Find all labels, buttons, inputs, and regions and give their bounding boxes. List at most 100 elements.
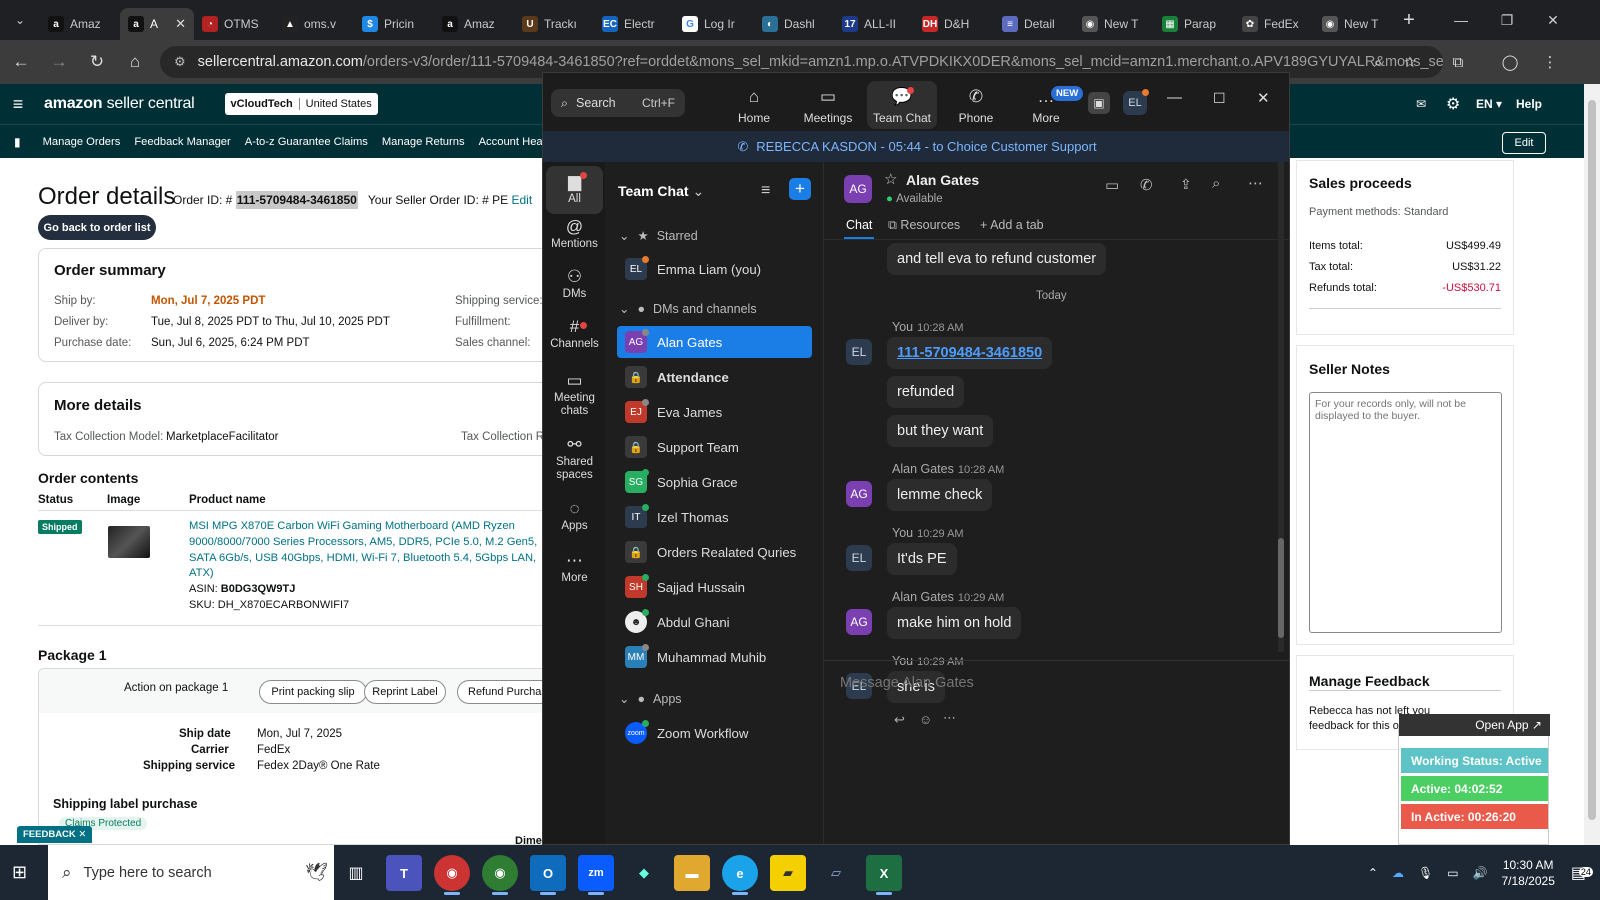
- browser-tab[interactable]: ✿ FedEx: [1234, 8, 1314, 40]
- outlook-icon[interactable]: O: [530, 855, 566, 895]
- home-button[interactable]: ⌂: [118, 45, 152, 79]
- starred-section[interactable]: ⌄ ★ Starred: [619, 228, 698, 244]
- message-bubble[interactable]: and tell eva to refund customer: [887, 243, 1107, 275]
- zoom-close-button[interactable]: ✕: [1257, 89, 1270, 107]
- zoom-maximize-button[interactable]: ☐: [1213, 90, 1226, 107]
- zoom-taskbar-icon[interactable]: zm: [578, 855, 614, 895]
- scrollbar-thumb[interactable]: [1588, 100, 1596, 820]
- message-bubble[interactable]: refunded: [887, 376, 965, 408]
- message-bubble[interactable]: make him on hold: [887, 607, 1022, 639]
- video-call-icon[interactable]: ▭: [1105, 176, 1119, 194]
- browser-tab[interactable]: ▲ oms.v: [274, 8, 354, 40]
- nav-link[interactable]: A-to-z Guarantee Claims: [245, 136, 368, 148]
- new-tab-button[interactable]: +: [1394, 9, 1424, 32]
- file-explorer-icon[interactable]: ▬: [674, 855, 710, 891]
- notepad-icon[interactable]: ▱: [818, 855, 854, 891]
- reprint-label-button[interactable]: Reprint Label: [364, 680, 446, 704]
- edge-icon[interactable]: e: [722, 855, 758, 895]
- browser-tab[interactable]: ◉ New T: [1314, 8, 1394, 40]
- chat-scroll-thumb[interactable]: [1278, 538, 1284, 638]
- bookmark-icon[interactable]: ▮: [14, 135, 21, 149]
- contact-item[interactable]: SG Sophia Grace: [617, 466, 812, 498]
- message-more-icon[interactable]: ⋯: [943, 710, 956, 726]
- nav-link[interactable]: Feedback Manager: [134, 136, 230, 148]
- message-avatar[interactable]: AG: [846, 481, 872, 507]
- order-link-part[interactable]: 111-5709484: [897, 345, 981, 361]
- zoom-tab[interactable]: ✆ Phone: [941, 81, 1011, 129]
- dms-section[interactable]: ⌄ ● DMs and channels: [619, 301, 757, 317]
- share-screen-icon[interactable]: ⇪: [1180, 176, 1192, 193]
- tab-chat[interactable]: Chat: [846, 218, 872, 232]
- nav-link[interactable]: Manage Orders: [43, 136, 121, 148]
- contact-item[interactable]: MM Muhammad Muhib: [617, 641, 812, 673]
- contact-item[interactable]: 🔒 Orders Realated Quries: [617, 536, 812, 568]
- rail-item[interactable]: ◌ Apps: [546, 500, 603, 533]
- reload-button[interactable]: ↻: [80, 45, 114, 79]
- account-switcher[interactable]: vCloudTech United States: [224, 93, 378, 115]
- audio-call-icon[interactable]: ✆: [1140, 176, 1153, 194]
- taskbar-search-box[interactable]: ⌕ Type here to search 🕊: [48, 845, 334, 900]
- rail-item[interactable]: ⋯ More: [546, 552, 603, 585]
- browser-tab[interactable]: $ Pricin: [354, 8, 434, 40]
- emoji-react-icon[interactable]: ☺: [919, 712, 932, 727]
- product-name-link[interactable]: MSI MPG X870E Carbon WiFi Gaming Motherb…: [189, 519, 539, 582]
- profile-icon[interactable]: ◯: [1494, 46, 1526, 78]
- zoom-minimize-button[interactable]: —: [1167, 89, 1182, 106]
- tray-chevron-up-icon[interactable]: ⌃: [1368, 866, 1378, 880]
- order-link-part[interactable]: 3461850: [986, 345, 1042, 361]
- close-tab-icon[interactable]: ✕: [175, 16, 186, 32]
- add-tab-button[interactable]: + Add a tab: [980, 218, 1044, 232]
- browser-tab[interactable]: G Log Ir: [674, 8, 754, 40]
- active-call-banner[interactable]: ✆ REBECCA KASDON - 05:44 - to Choice Cus…: [543, 131, 1289, 162]
- nav-link[interactable]: Manage Returns: [382, 136, 465, 148]
- mail-icon[interactable]: ✉: [1416, 84, 1426, 124]
- zoom-tab[interactable]: ▭ Meetings: [793, 81, 863, 129]
- tab-search-button[interactable]: ⌄: [6, 6, 34, 34]
- teams-icon[interactable]: T: [386, 855, 422, 891]
- notification-icon[interactable]: ▤24: [1571, 863, 1593, 883]
- seller-notes-textarea[interactable]: [1309, 392, 1502, 633]
- contact-item[interactable]: SH Sajjad Hussain: [617, 571, 812, 603]
- browser-tab[interactable]: DH D&H: [914, 8, 994, 40]
- volume-icon[interactable]: 🔊: [1473, 866, 1488, 880]
- star-outline-icon[interactable]: ☆: [884, 170, 897, 188]
- contact-item[interactable]: AG Alan Gates: [617, 326, 812, 358]
- minimize-button[interactable]: —: [1438, 0, 1484, 40]
- chat-avatar[interactable]: AG: [844, 175, 872, 203]
- order-link-message[interactable]: 111-5709484-3461850: [887, 337, 1053, 369]
- chrome-profile-icon[interactable]: ◉: [482, 855, 518, 895]
- zoom-tab[interactable]: 💬 Team Chat: [867, 81, 937, 129]
- browser-tab[interactable]: EC Electr: [594, 8, 674, 40]
- contact-item[interactable]: EJ Eva James: [617, 396, 812, 428]
- rail-item[interactable]: ▭ Meeting chats: [546, 372, 603, 418]
- contact-item[interactable]: ☻ Abdul Ghani: [617, 606, 812, 638]
- reply-icon[interactable]: ↩: [894, 712, 905, 728]
- browser-tab[interactable]: ≡ Detail: [994, 8, 1074, 40]
- bookmark-star-icon[interactable]: ☆: [1394, 46, 1426, 78]
- more-options-icon[interactable]: ⋯: [1248, 174, 1263, 192]
- zoom-search-box[interactable]: ⌕ Search Ctrl+F: [551, 89, 685, 117]
- microphone-icon[interactable]: 🎙: [1418, 866, 1433, 880]
- order-id[interactable]: 111-5709484-3461850: [235, 191, 358, 209]
- chat-contact-name[interactable]: Alan Gates: [906, 172, 979, 188]
- back-to-order-list-button[interactable]: Go back to order list: [38, 215, 156, 240]
- app-item-zoom-workflow[interactable]: zoom Zoom Workflow: [617, 717, 812, 749]
- contact-item[interactable]: 🔒 Support Team: [617, 431, 812, 463]
- chrome-icon[interactable]: ◉: [434, 855, 470, 895]
- message-avatar[interactable]: AG: [846, 609, 872, 635]
- clock[interactable]: 10:30 AM 7/18/2025: [1501, 857, 1554, 889]
- forward-button[interactable]: →: [42, 45, 76, 79]
- edit-nav-button[interactable]: Edit: [1502, 132, 1546, 154]
- rail-item[interactable]: ▆ All: [546, 166, 603, 214]
- rail-item[interactable]: ⚯ Shared spaces: [546, 436, 603, 482]
- back-button[interactable]: ←: [4, 45, 38, 79]
- browser-tab[interactable]: U Trackı: [514, 8, 594, 40]
- message-avatar[interactable]: EL: [846, 545, 872, 571]
- restore-button[interactable]: ❐: [1484, 0, 1530, 40]
- browser-tab[interactable]: ◉ New T: [1074, 8, 1154, 40]
- browser-tab[interactable]: 17 ALL-II: [834, 8, 914, 40]
- page-scrollbar[interactable]: [1584, 84, 1600, 845]
- open-app-button[interactable]: Open App ↗: [1399, 714, 1550, 736]
- browser-tab[interactable]: ◔ OTMS: [194, 8, 274, 40]
- onedrive-icon[interactable]: ☁: [1392, 866, 1404, 880]
